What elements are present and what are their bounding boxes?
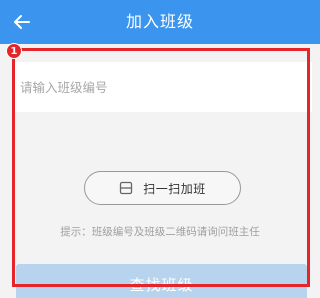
scan-join-button[interactable]: 扫一扫加班 <box>84 171 241 205</box>
join-class-form: 扫一扫加班 提示：班级编号及班级二维码请询问班主任 查找班级 <box>0 44 320 298</box>
join-class-screen: 加入班级 扫一扫加班 提示：班级编号及班级二维码请询问班主任 查找班级 1 <box>0 0 320 298</box>
scan-icon <box>120 181 133 195</box>
page-title: 加入班级 <box>125 12 194 31</box>
app-header: 加入班级 <box>0 0 320 44</box>
annotation-badge: 1 <box>6 43 22 59</box>
hint-text: 提示：班级编号及班级二维码请询问班主任 <box>60 226 260 238</box>
class-code-field[interactable] <box>12 62 312 112</box>
search-class-button[interactable]: 查找班级 <box>16 264 307 298</box>
scan-join-label: 扫一扫加班 <box>143 181 206 196</box>
class-code-input[interactable] <box>18 78 312 96</box>
